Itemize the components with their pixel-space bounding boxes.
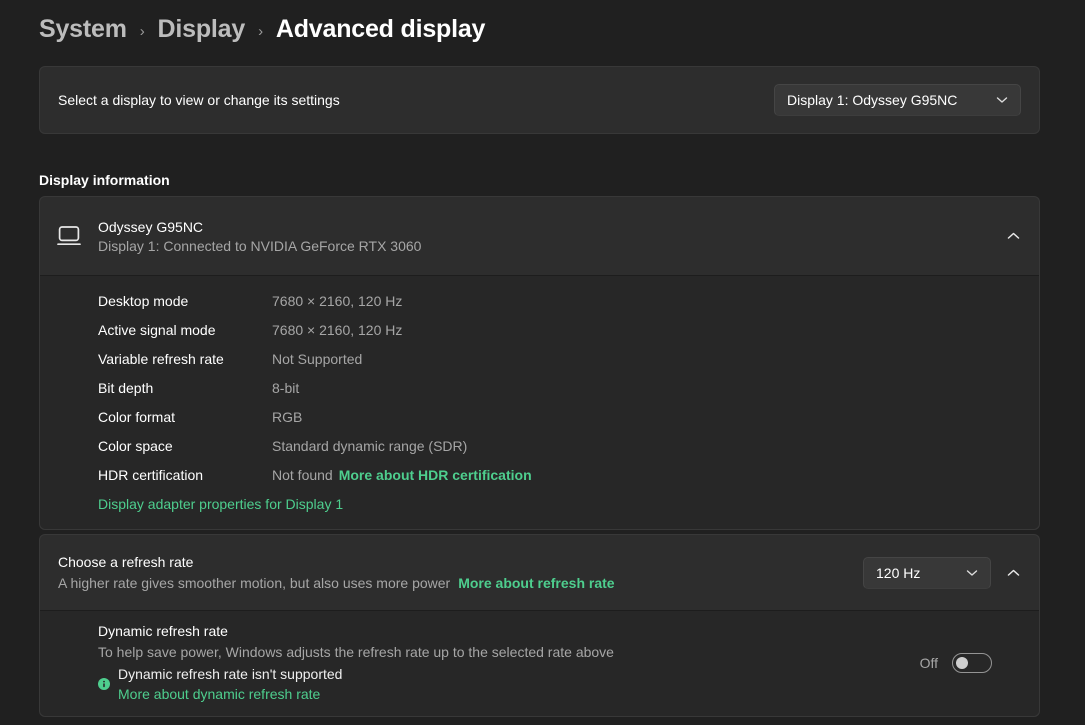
select-display-card: Select a display to view or change its s… <box>39 66 1040 134</box>
chevron-down-icon <box>966 569 978 577</box>
info-row-value: Not Supported <box>272 351 362 367</box>
dynamic-refresh-rate-status: Dynamic refresh rate isn't supported <box>118 666 342 682</box>
info-row-value: 8-bit <box>272 380 299 396</box>
device-name: Odyssey G95NC <box>98 219 421 235</box>
display-info-row: HDR certification Not found More about H… <box>98 460 1021 489</box>
display-select-dropdown[interactable]: Display 1: Odyssey G95NC <box>774 84 1021 116</box>
info-row-label: Color format <box>98 409 272 425</box>
display-info-rows: Desktop mode 7680 × 2160, 120 Hz Active … <box>98 286 1021 489</box>
breadcrumb: System › Display › Advanced display <box>39 0 1040 44</box>
breadcrumb-separator-icon: › <box>140 20 145 40</box>
dynamic-refresh-rate-section: Dynamic refresh rate To help save power,… <box>40 610 1039 716</box>
info-row-label: Desktop mode <box>98 293 272 309</box>
info-row-value: Standard dynamic range (SDR) <box>272 438 467 454</box>
info-row-label: Color space <box>98 438 272 454</box>
chevron-up-icon[interactable] <box>1007 232 1020 240</box>
more-about-dynamic-refresh-rate-link[interactable]: More about dynamic refresh rate <box>118 686 342 702</box>
info-row-value: Not found <box>272 467 333 483</box>
info-icon <box>98 678 110 690</box>
info-row-value: RGB <box>272 409 302 425</box>
toggle-state-label: Off <box>920 655 938 671</box>
info-row-label: Variable refresh rate <box>98 351 272 367</box>
display-information-body: Desktop mode 7680 × 2160, 120 Hz Active … <box>40 275 1039 529</box>
info-row-value: 7680 × 2160, 120 Hz <box>272 322 402 338</box>
breadcrumb-display[interactable]: Display <box>158 15 246 44</box>
refresh-rate-dropdown[interactable]: 120 Hz <box>863 557 991 589</box>
display-information-expander-header[interactable]: Odyssey G95NC Display 1: Connected to NV… <box>40 197 1039 275</box>
chevron-down-icon <box>996 96 1008 104</box>
display-information-card: Odyssey G95NC Display 1: Connected to NV… <box>39 196 1040 530</box>
info-row-label: Bit depth <box>98 380 272 396</box>
refresh-rate-title: Choose a refresh rate <box>58 554 615 570</box>
more-about-refresh-rate-link[interactable]: More about refresh rate <box>458 575 614 591</box>
device-connection-subtitle: Display 1: Connected to NVIDIA GeForce R… <box>98 238 421 254</box>
display-select-value: Display 1: Odyssey G95NC <box>787 92 957 108</box>
dynamic-refresh-rate-description: To help save power, Windows adjusts the … <box>98 644 920 660</box>
more-about-hdr-certification-link[interactable]: More about HDR certification <box>339 467 532 483</box>
refresh-rate-value: 120 Hz <box>876 565 920 581</box>
select-display-label: Select a display to view or change its s… <box>58 92 340 108</box>
chevron-up-icon[interactable] <box>1007 569 1020 577</box>
advanced-display-page: System › Display › Advanced display Sele… <box>39 0 1040 717</box>
refresh-rate-description: A higher rate gives smoother motion, but… <box>58 575 615 591</box>
info-row-label: Active signal mode <box>98 322 272 338</box>
page-title: Advanced display <box>276 15 485 44</box>
display-adapter-properties-link[interactable]: Display adapter properties for Display 1 <box>98 489 1021 518</box>
refresh-rate-card: Choose a refresh rate A higher rate give… <box>39 534 1040 717</box>
breadcrumb-separator-icon: › <box>258 20 263 40</box>
toggle-knob <box>956 657 968 669</box>
refresh-rate-description-text: A higher rate gives smoother motion, but… <box>58 575 450 591</box>
display-information-heading: Display information <box>39 172 1040 188</box>
refresh-rate-header[interactable]: Choose a refresh rate A higher rate give… <box>40 535 1039 610</box>
display-info-row: Variable refresh rate Not Supported <box>98 344 1021 373</box>
breadcrumb-system[interactable]: System <box>39 15 127 44</box>
display-info-row: Color space Standard dynamic range (SDR) <box>98 431 1021 460</box>
display-info-row: Color format RGB <box>98 402 1021 431</box>
display-info-row: Active signal mode 7680 × 2160, 120 Hz <box>98 315 1021 344</box>
info-row-label: HDR certification <box>98 467 272 483</box>
dynamic-refresh-rate-title: Dynamic refresh rate <box>98 623 920 639</box>
monitor-icon <box>56 224 82 248</box>
info-row-value: 7680 × 2160, 120 Hz <box>272 293 402 309</box>
dynamic-refresh-rate-toggle[interactable] <box>952 653 992 673</box>
display-info-row: Bit depth 8-bit <box>98 373 1021 402</box>
display-info-row: Desktop mode 7680 × 2160, 120 Hz <box>98 286 1021 315</box>
